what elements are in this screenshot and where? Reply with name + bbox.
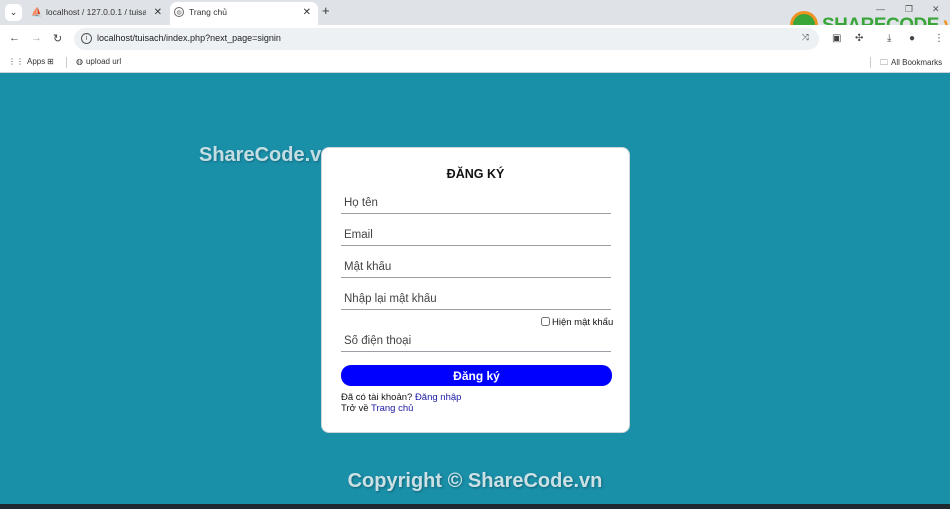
form-title: ĐĂNG KÝ	[446, 167, 505, 181]
url-text[interactable]: localhost/tuisach/index.php?next_page=si…	[97, 33, 281, 43]
puzzle-extensions-icon[interactable]: ✣	[855, 33, 863, 44]
site-info-icon[interactable]: i	[81, 33, 92, 44]
apps-grid-icon: ⋮⋮	[8, 57, 24, 66]
bookmark-apps[interactable]: ⋮⋮ Apps	[8, 57, 45, 66]
new-tab-icon[interactable]: +	[322, 3, 330, 18]
tab-title: Trang chủ	[189, 7, 227, 17]
reload-icon[interactable]: ↻	[53, 32, 62, 45]
copyright-watermark: Copyright © ShareCode.vn	[347, 470, 603, 492]
back-text: Trở về	[341, 403, 369, 414]
taskbar-strip	[0, 504, 950, 509]
back-arrow-icon[interactable]: ←	[9, 32, 20, 44]
all-bookmarks[interactable]: 🗀 All Bookmarks	[880, 57, 942, 71]
address-bar[interactable]: i localhost/tuisach/index.php?next_page=…	[74, 28, 819, 50]
folder-icon: 🗀	[880, 58, 888, 67]
signup-form: ĐĂNG KÝ Hiện mật khẩu Đăng ký Đã có tài …	[321, 147, 630, 433]
home-link[interactable]: Trang chủ	[371, 403, 413, 414]
show-password-toggle[interactable]: Hiện mật khẩu	[541, 317, 613, 328]
fullname-input[interactable]	[341, 192, 611, 214]
home-prompt: Trở về Trang chủ	[341, 403, 413, 414]
have-account-text: Đã có tài khoản?	[341, 392, 413, 403]
close-tab-icon[interactable]: ✕	[303, 2, 311, 23]
password-input[interactable]	[341, 256, 611, 278]
download-icon[interactable]: ⤓	[887, 33, 891, 44]
tab-home[interactable]: ◍ Trang chủ ✕	[170, 2, 318, 25]
window-close-icon[interactable]: ✕	[932, 4, 940, 15]
confirm-password-input[interactable]	[341, 288, 611, 310]
login-prompt: Đã có tài khoản? Đăng nhập	[341, 392, 461, 403]
menu-dots-icon[interactable]: ⋮	[934, 33, 944, 44]
globe-favicon-icon: ◍	[174, 7, 184, 17]
share-icon[interactable]: ⤨	[802, 32, 809, 43]
bookmark-upload-url[interactable]: ◍ upload url	[76, 57, 121, 66]
register-button[interactable]: Đăng ký	[341, 365, 612, 386]
phone-input[interactable]	[341, 330, 611, 352]
watermark-text: ShareCode.vn	[199, 144, 334, 166]
tab-phpmyadmin[interactable]: ⛵ localhost / 127.0.0.1 / tuisach / ✕	[27, 2, 169, 23]
browser-toolbar: ← → ↻ i localhost/tuisach/index.php?next…	[0, 25, 950, 53]
globe-icon: ◍	[76, 57, 83, 66]
forward-arrow-icon[interactable]: →	[31, 32, 42, 44]
bookmarks-bar: ⋮⋮ Apps ⊞ ◍ upload url 🗀 All Bookmarks	[0, 53, 950, 73]
tab-title: localhost / 127.0.0.1 / tuisach /	[46, 7, 146, 17]
phpmyadmin-favicon-icon: ⛵	[31, 7, 43, 17]
profile-avatar-icon[interactable]: ●	[909, 33, 915, 44]
show-password-checkbox[interactable]	[541, 317, 550, 326]
show-password-label: Hiện mật khẩu	[552, 317, 614, 328]
tab-groups-icon[interactable]: ⊞	[47, 57, 54, 66]
extension-icon[interactable]: ▣	[832, 33, 841, 44]
bookmark-separator	[870, 57, 871, 68]
restore-icon[interactable]: ❐	[905, 4, 913, 15]
close-tab-icon[interactable]: ✕	[154, 2, 162, 23]
login-link[interactable]: Đăng nhập	[415, 392, 461, 403]
minimize-icon[interactable]: —	[876, 4, 885, 14]
email-input[interactable]	[341, 224, 611, 246]
bookmark-separator	[66, 57, 67, 68]
tab-search-button[interactable]: ⌄	[5, 4, 22, 21]
